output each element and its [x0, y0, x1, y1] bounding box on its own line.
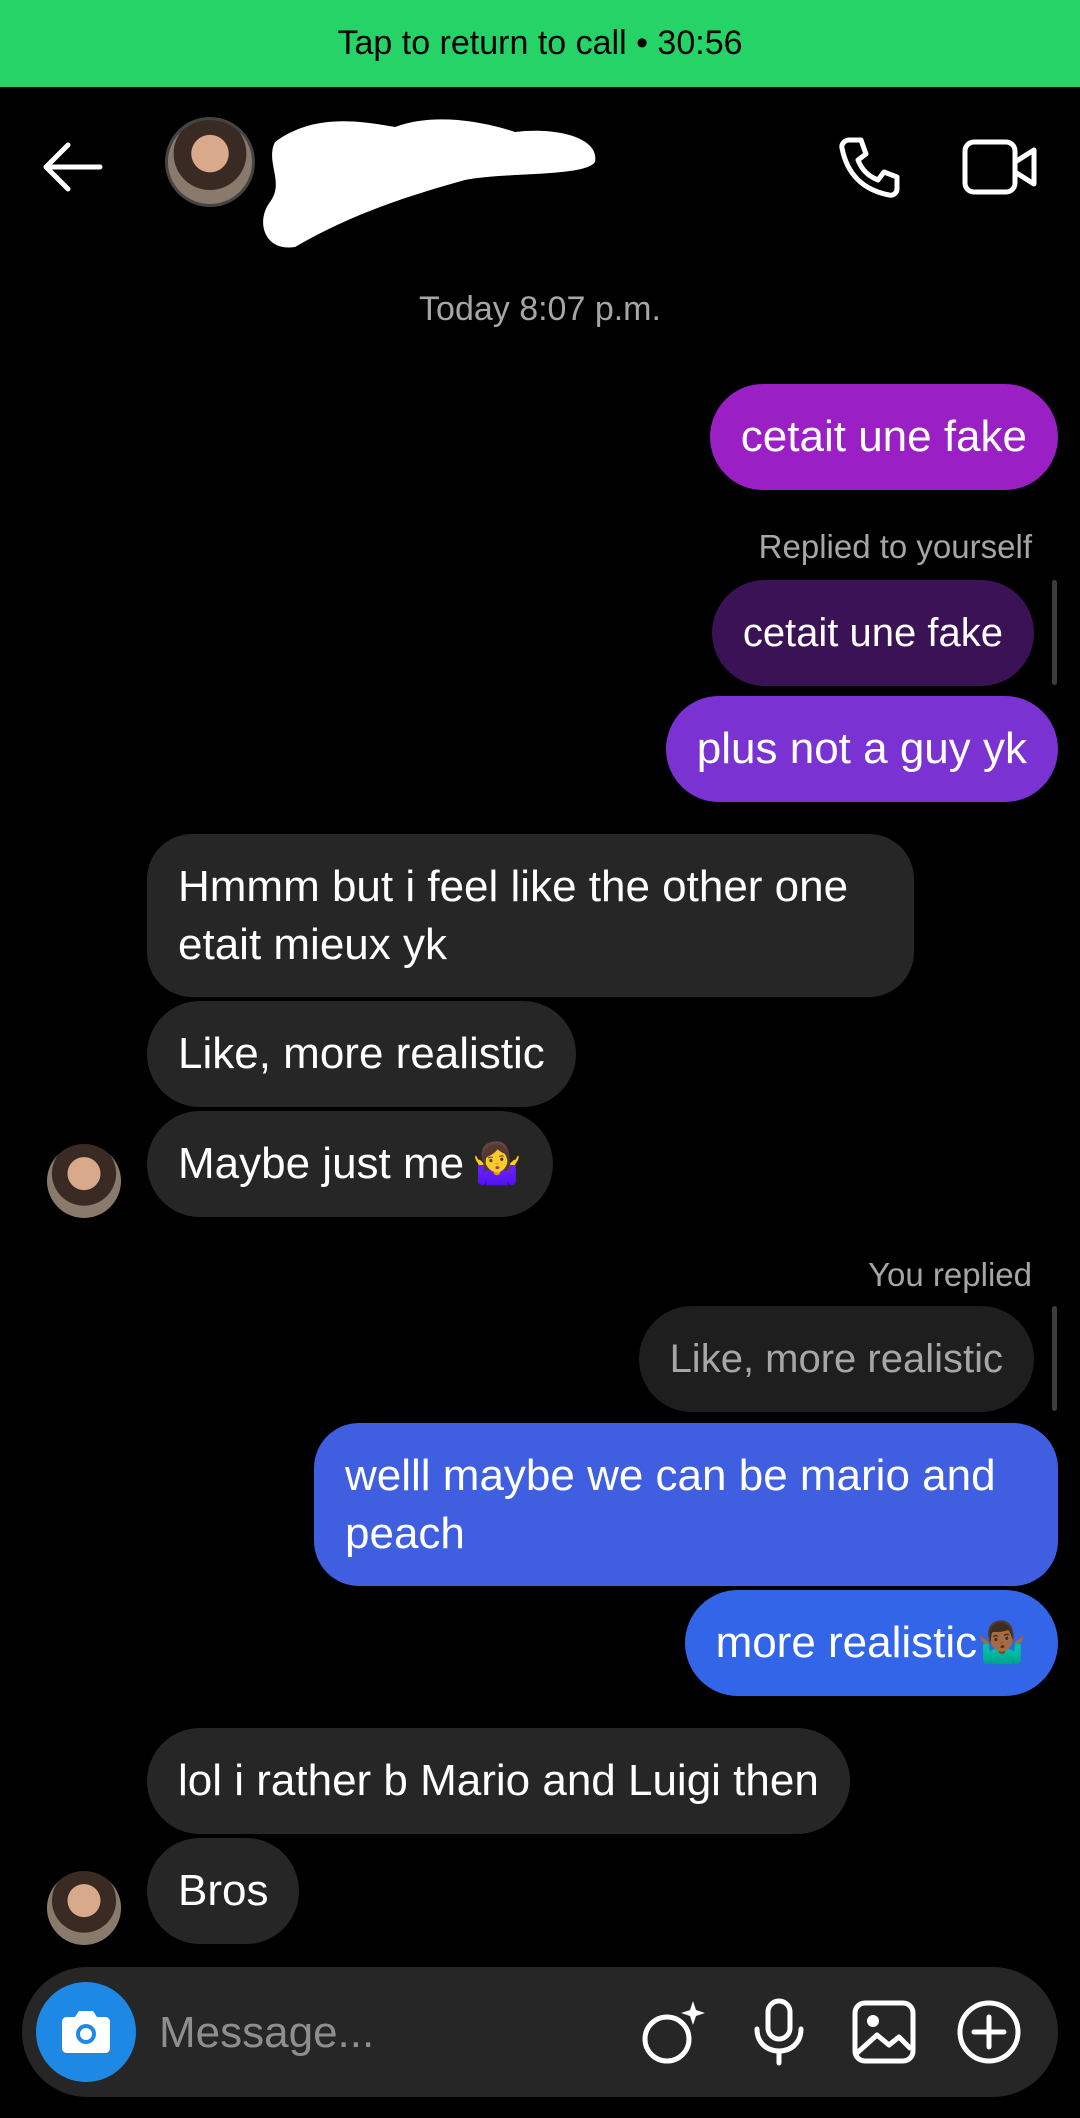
message-text: Bros	[178, 1866, 269, 1915]
contact-avatar-small[interactable]	[47, 1871, 121, 1945]
microphone-icon	[754, 1998, 804, 2066]
message-text: plus not a guy yk	[696, 724, 1027, 773]
contact-avatar-small[interactable]	[47, 1144, 121, 1218]
sticker-button[interactable]	[637, 1995, 711, 2069]
arrow-left-icon	[43, 142, 103, 192]
call-banner-text: Tap to return to call • 30:56	[337, 24, 743, 62]
received-message[interactable]: Maybe just me 🤷‍♀️	[147, 1111, 553, 1217]
message-text: lol i rather b Mario and Luigi then	[178, 1756, 819, 1805]
sent-message[interactable]: plus not a guy yk	[665, 696, 1058, 802]
sent-message[interactable]: cetait une fake	[709, 384, 1058, 490]
contact-avatar[interactable]	[165, 117, 255, 207]
message-text: Hmmm but i feel like the other one etait…	[178, 861, 849, 969]
received-message[interactable]: Bros	[147, 1838, 300, 1944]
gallery-button[interactable]	[847, 1995, 921, 2069]
sticker-effects-icon	[642, 2001, 705, 2064]
received-message[interactable]: Hmmm but i feel like the other one etait…	[147, 834, 914, 997]
shrug-emoji: 🤷‍♀️	[472, 1142, 522, 1186]
message-input[interactable]	[157, 1997, 621, 2069]
redacted-contact-name	[263, 119, 596, 248]
replied-quote-bubble[interactable]: cetait une fake	[711, 580, 1034, 686]
sent-message[interactable]: more realistic 🤷🏾‍♂️	[684, 1590, 1058, 1696]
voice-message-button[interactable]	[742, 1995, 816, 2069]
video-call-button[interactable]	[960, 132, 1040, 202]
received-message[interactable]: Like, more realistic	[147, 1001, 576, 1107]
quoted-text: Like, more realistic	[669, 1337, 1003, 1381]
gallery-icon	[852, 2000, 916, 2064]
message-text: more realistic	[715, 1618, 978, 1667]
camera-icon	[62, 2011, 110, 2053]
back-button[interactable]	[38, 137, 108, 197]
received-message[interactable]: lol i rather b Mario and Luigi then	[147, 1728, 850, 1834]
phone-icon	[839, 137, 900, 198]
camera-button[interactable]	[36, 1982, 136, 2082]
replied-quote-bubble[interactable]: Like, more realistic	[638, 1306, 1034, 1412]
message-text: Like, more realistic	[178, 1029, 545, 1078]
chat-header	[0, 87, 1080, 248]
reply-indicator-line	[1052, 1306, 1057, 1411]
reply-indicator-line	[1052, 580, 1057, 685]
message-text: Maybe just me	[178, 1139, 465, 1188]
message-text: cetait une fake	[740, 412, 1027, 461]
shrug-emoji: 🤷🏾‍♂️	[977, 1621, 1027, 1665]
video-camera-icon	[962, 139, 1037, 195]
quoted-text: cetait une fake	[742, 611, 1003, 655]
message-text: welll maybe we can be mario and peach	[345, 1450, 996, 1558]
reply-label: Replied to yourself	[758, 528, 1032, 565]
conversation-timestamp: Today 8:07 p.m.	[419, 290, 661, 328]
return-to-call-banner[interactable]: Tap to return to call • 30:56	[0, 0, 1080, 87]
message-composer	[22, 1967, 1058, 2097]
reply-label: You replied	[868, 1256, 1032, 1293]
plus-circle-icon	[957, 2000, 1021, 2064]
more-options-button[interactable]	[952, 1995, 1026, 2069]
voice-call-button[interactable]	[835, 132, 905, 202]
sent-message[interactable]: welll maybe we can be mario and peach	[314, 1423, 1058, 1586]
